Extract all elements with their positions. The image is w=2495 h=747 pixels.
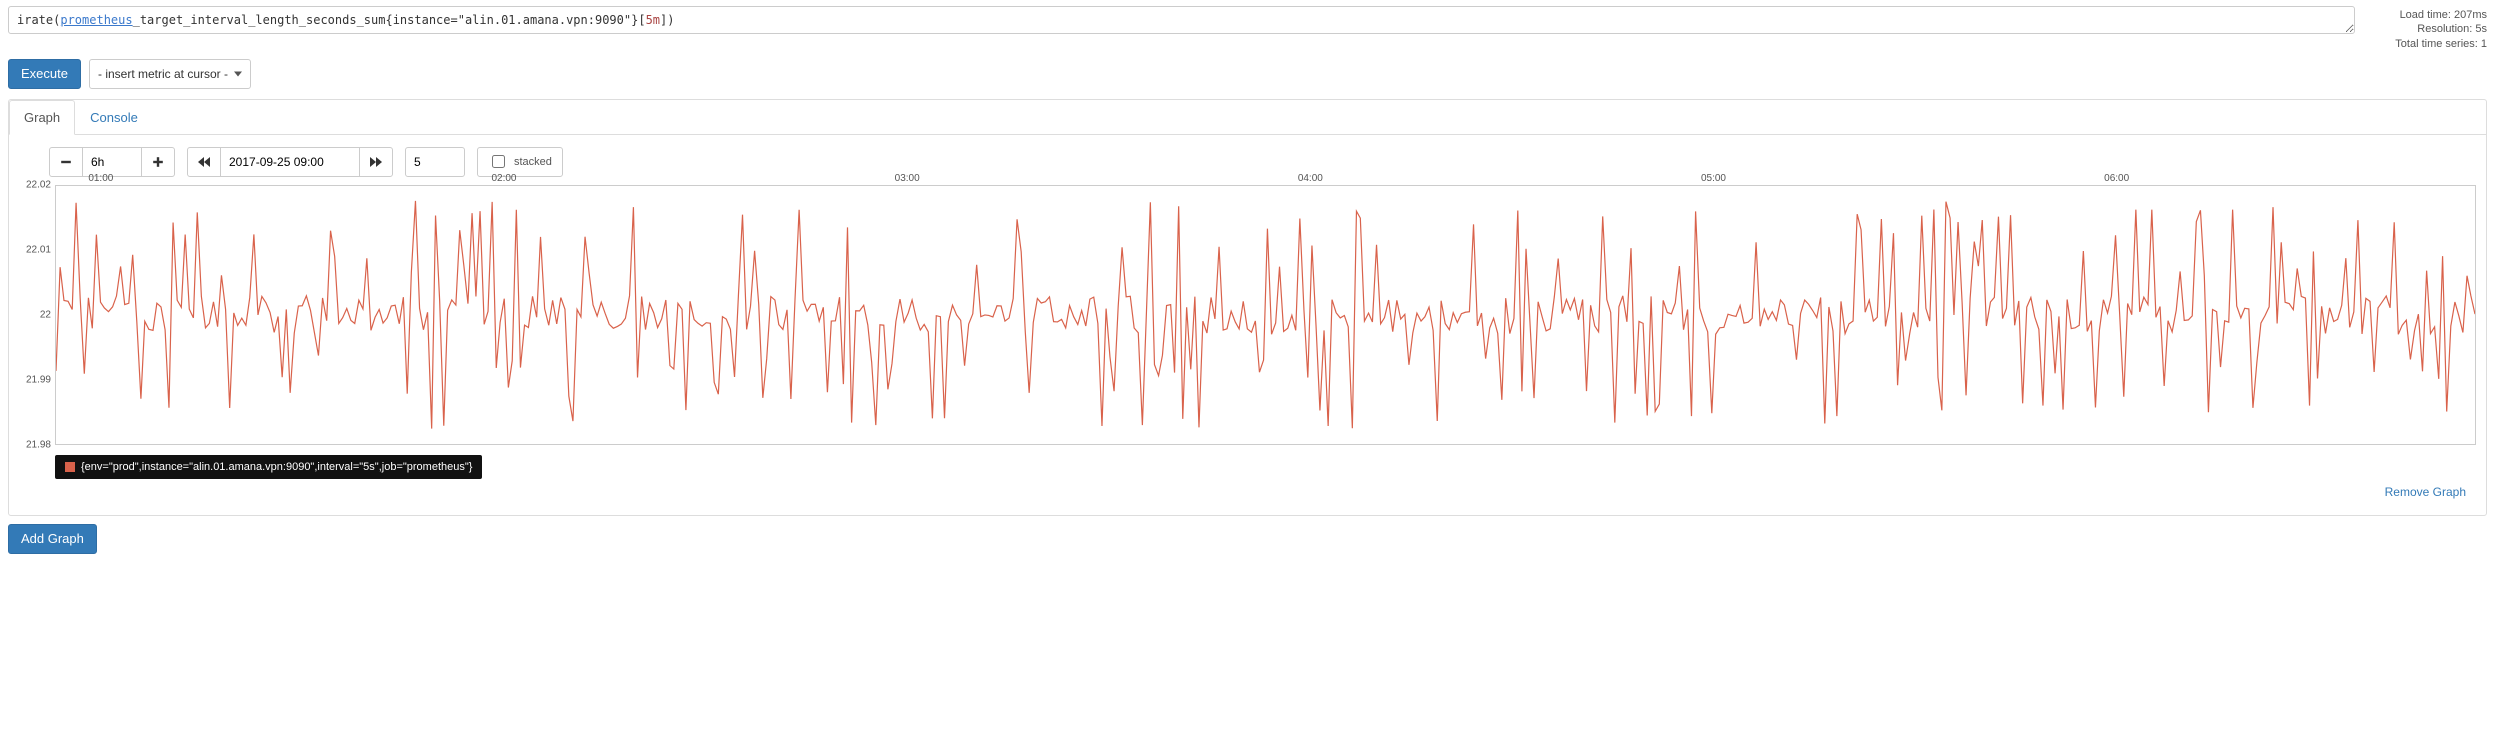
tab-console[interactable]: Console <box>75 100 153 135</box>
range-decrease-button[interactable] <box>49 147 83 177</box>
range-input[interactable] <box>82 147 142 177</box>
resolution-input[interactable] <box>405 147 465 177</box>
remove-graph-link[interactable]: Remove Graph <box>2385 485 2466 499</box>
expr-metric-rest: _target_interval_length_seconds_sum{inst… <box>133 13 639 27</box>
time-group <box>187 147 393 177</box>
add-graph-button[interactable]: Add Graph <box>8 524 97 554</box>
legend[interactable]: {env="prod",instance="alin.01.amana.vpn:… <box>55 455 482 479</box>
end-time-input[interactable] <box>220 147 360 177</box>
y-tick: 21.98 <box>26 439 51 450</box>
y-tick: 22 <box>40 309 51 320</box>
plot-area[interactable]: 01:0002:0003:0004:0005:0006:00 <box>55 185 2476 445</box>
graph-panel: Graph Console <box>8 99 2487 516</box>
y-tick: 22.02 <box>26 179 51 190</box>
expr-metric-highlight: prometheus <box>60 13 132 27</box>
stat-series: Total time series: 1 <box>2367 37 2487 51</box>
stacked-checkbox[interactable] <box>492 155 505 168</box>
stat-resolution: Resolution: 5s <box>2367 22 2487 36</box>
y-axis: 21.9821.992222.0122.02 <box>19 185 55 445</box>
execute-button[interactable]: Execute <box>8 59 81 89</box>
y-tick: 21.99 <box>26 374 51 385</box>
expr-suffix: ) <box>667 13 674 27</box>
chart: 21.9821.992222.0122.02 01:0002:0003:0004… <box>19 185 2476 445</box>
stat-load-time: Load time: 207ms <box>2367 8 2487 22</box>
metric-dropdown-label: - insert metric at cursor - <box>98 67 228 81</box>
legend-label: {env="prod",instance="alin.01.amana.vpn:… <box>81 461 472 473</box>
expr-range-open: [ <box>638 13 645 27</box>
legend-swatch <box>65 462 75 472</box>
plus-icon <box>152 156 164 168</box>
fast-forward-icon <box>370 156 382 168</box>
range-increase-button[interactable] <box>141 147 175 177</box>
graph-controls: stacked <box>19 147 2476 177</box>
time-back-button[interactable] <box>187 147 221 177</box>
metric-dropdown[interactable]: - insert metric at cursor - <box>89 59 251 89</box>
time-forward-button[interactable] <box>359 147 393 177</box>
fast-rewind-icon <box>198 156 210 168</box>
horizontal-scrollbar[interactable] <box>8 558 2487 572</box>
range-group <box>49 147 175 177</box>
expression-input[interactable]: irate(prometheus_target_interval_length_… <box>8 6 2355 34</box>
stacked-toggle[interactable]: stacked <box>477 147 563 177</box>
expr-prefix: irate( <box>17 13 60 27</box>
expr-range: 5m <box>646 13 660 27</box>
query-stats: Load time: 207ms Resolution: 5s Total ti… <box>2367 6 2487 51</box>
y-tick: 22.01 <box>26 244 51 255</box>
tabs: Graph Console <box>9 100 2486 135</box>
series-line <box>56 186 2475 444</box>
tab-graph[interactable]: Graph <box>9 100 75 135</box>
stacked-label: stacked <box>514 156 552 168</box>
minus-icon <box>60 156 72 168</box>
